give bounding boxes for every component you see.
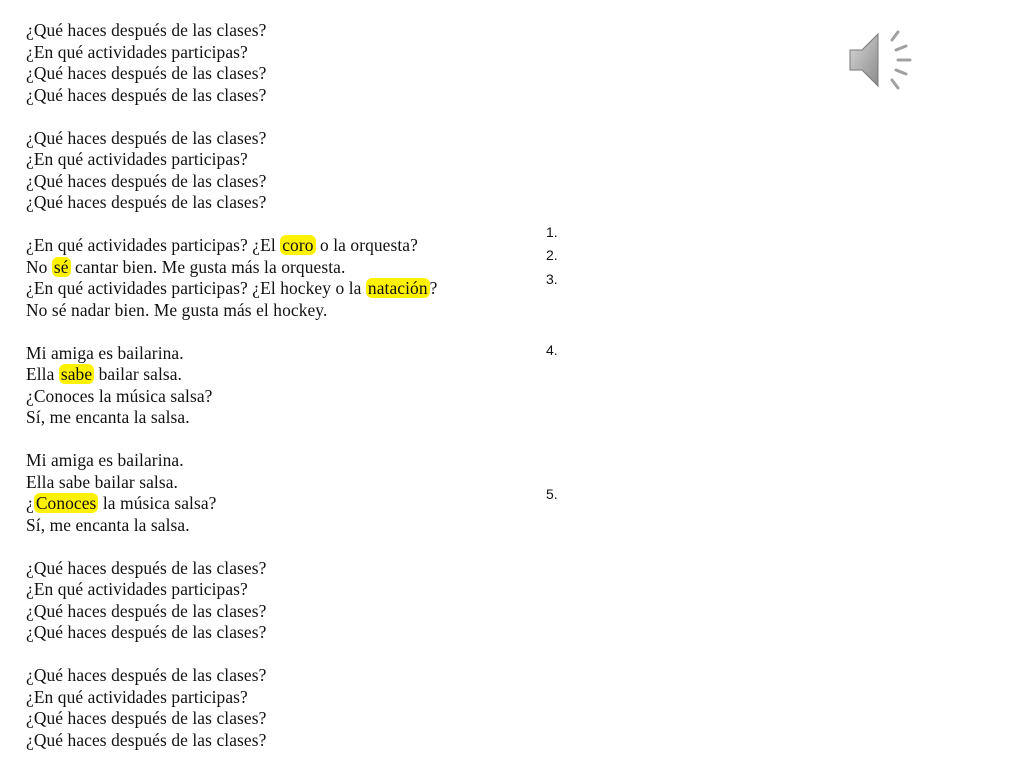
stanza: ¿Qué haces después de las clases? ¿En qué… bbox=[26, 558, 526, 644]
stanza: ¿Qué haces después de las clases? ¿En qué… bbox=[26, 20, 526, 106]
stanza: ¿Qué haces después de las clases? ¿En qué… bbox=[26, 665, 526, 751]
lyric-text: la música salsa? bbox=[98, 493, 217, 513]
list-number: 5. bbox=[546, 486, 558, 502]
speaker-icon[interactable] bbox=[846, 28, 916, 92]
lyric-text: ¿Qué haces después de las clases? bbox=[26, 170, 267, 191]
lyric-text: ¿En qué actividades participas? bbox=[26, 149, 248, 169]
lyric-text: No sé nadar bien. Me gusta más el hockey… bbox=[26, 299, 328, 320]
lyric-line: ¿En qué actividades participas? ¿El coro… bbox=[26, 235, 526, 257]
lyric-line: Sí, me encanta la salsa. bbox=[26, 407, 526, 429]
lyric-line: ¿Qué haces después de las clases? bbox=[26, 171, 526, 193]
lyric-text: ¿En qué actividades participas? bbox=[26, 686, 248, 707]
lyric-text: Ella sabe bailar salsa. bbox=[26, 471, 178, 492]
lyric-line: Ella sabe bailar salsa. bbox=[26, 364, 526, 386]
lyric-text: bailar salsa. bbox=[94, 364, 183, 384]
lyric-line: ¿Qué haces después de las clases? bbox=[26, 708, 526, 730]
lyric-line: ¿En qué actividades participas? ¿El hock… bbox=[26, 278, 526, 300]
lyric-line: ¿Qué haces después de las clases? bbox=[26, 128, 526, 150]
lyric-line: Sí, me encanta la salsa. bbox=[26, 515, 526, 537]
lyric-line: ¿Qué haces después de las clases? bbox=[26, 63, 526, 85]
lyric-text: ? bbox=[429, 278, 438, 298]
lyric-text: ¿Qué haces después de las clases? bbox=[26, 600, 267, 621]
lyric-text: ¿Qué haces después de las clases? bbox=[26, 665, 267, 685]
highlighted-word: sabe bbox=[58, 364, 95, 384]
lyric-text: ¿Qué haces después de las clases? bbox=[26, 192, 267, 212]
lyric-text: ¿ bbox=[26, 493, 34, 513]
lyric-line: ¿Qué haces después de las clases? bbox=[26, 20, 526, 42]
lyric-line: ¿Qué haces después de las clases? bbox=[26, 622, 526, 644]
highlighted-word: sé bbox=[51, 256, 71, 277]
lyric-text: ¿Qué haces después de las clases? bbox=[26, 729, 267, 750]
lyric-text: ¿Qué haces después de las clases? bbox=[26, 84, 267, 105]
lyric-line: ¿Conoces la música salsa? bbox=[26, 386, 526, 408]
lyric-line: No sé nadar bien. Me gusta más el hockey… bbox=[26, 300, 526, 322]
stanza: ¿Qué haces después de las clases? ¿En qué… bbox=[26, 128, 526, 214]
stanza: Mi amiga es bailarina. Ella sabe bailar s… bbox=[26, 450, 526, 536]
lyric-text: o la orquesta? bbox=[315, 235, 418, 255]
lyric-text: ¿Qué haces después de las clases? bbox=[26, 622, 267, 642]
lyric-text: ¿En qué actividades participas? bbox=[26, 41, 248, 62]
lyric-text: ¿En qué actividades participas? ¿El hock… bbox=[26, 278, 366, 298]
lyric-text: Mi amiga es bailarina. bbox=[26, 342, 184, 363]
lyric-text: ¿Qué haces después de las clases? bbox=[26, 63, 267, 83]
lyric-text: ¿En qué actividades participas? bbox=[26, 579, 248, 599]
lyric-text: cantar bien. Me gusta más la orquesta. bbox=[70, 256, 346, 277]
lyric-text: ¿Qué haces después de las clases? bbox=[26, 20, 267, 40]
lyric-line: ¿Qué haces después de las clases? bbox=[26, 85, 526, 107]
lyric-line: ¿Qué haces después de las clases? bbox=[26, 730, 526, 752]
lyric-line: Mi amiga es bailarina. bbox=[26, 450, 526, 472]
stanza: ¿En qué actividades participas? ¿El coro… bbox=[26, 235, 526, 321]
lyric-text: Mi amiga es bailarina. bbox=[26, 450, 184, 470]
lyric-line: ¿En qué actividades participas? bbox=[26, 149, 526, 171]
lyric-text: ¿Qué haces después de las clases? bbox=[26, 557, 267, 578]
song-lyrics: ¿Qué haces después de las clases? ¿En qué… bbox=[26, 20, 526, 773]
lyric-text: ¿Qué haces después de las clases? bbox=[26, 127, 267, 148]
lyric-line: Ella sabe bailar salsa. bbox=[26, 472, 526, 494]
lyric-text: ¿Conoces la música salsa? bbox=[26, 385, 213, 406]
highlighted-word: Conoces bbox=[33, 493, 99, 513]
lyric-text: Sí, me encanta la salsa. bbox=[26, 407, 190, 427]
stanza: Mi amiga es bailarina. Ella sabe bailar s… bbox=[26, 343, 526, 429]
lyric-line: ¿Conoces la música salsa? bbox=[26, 493, 526, 515]
lyric-line: ¿En qué actividades participas? bbox=[26, 42, 526, 64]
list-number: 4. bbox=[546, 342, 558, 358]
highlighted-word: natación bbox=[365, 278, 430, 298]
list-number: 1. bbox=[546, 224, 558, 240]
lyric-line: Mi amiga es bailarina. bbox=[26, 343, 526, 365]
lyric-text: ¿Qué haces después de las clases? bbox=[26, 708, 267, 728]
lyric-line: ¿En qué actividades participas? bbox=[26, 579, 526, 601]
lyric-line: No sé cantar bien. Me gusta más la orque… bbox=[26, 256, 526, 279]
slide: ¿Qué haces después de las clases? ¿En qué… bbox=[0, 0, 1024, 768]
lyric-line: ¿Qué haces después de las clases? bbox=[26, 558, 526, 580]
lyric-line: ¿Qué haces después de las clases? bbox=[26, 601, 526, 623]
list-number: 3. bbox=[546, 271, 558, 287]
lyric-text: ¿En qué actividades participas? ¿El bbox=[26, 235, 281, 255]
lyric-line: ¿En qué actividades participas? bbox=[26, 687, 526, 709]
list-number: 2. bbox=[546, 247, 558, 263]
highlighted-word: coro bbox=[280, 235, 316, 255]
lyric-line: ¿Qué haces después de las clases? bbox=[26, 665, 526, 687]
lyric-text: Sí, me encanta la salsa. bbox=[26, 514, 190, 535]
lyric-text: Ella bbox=[26, 364, 59, 384]
lyric-line: ¿Qué haces después de las clases? bbox=[26, 192, 526, 214]
lyric-text: No bbox=[26, 256, 52, 277]
